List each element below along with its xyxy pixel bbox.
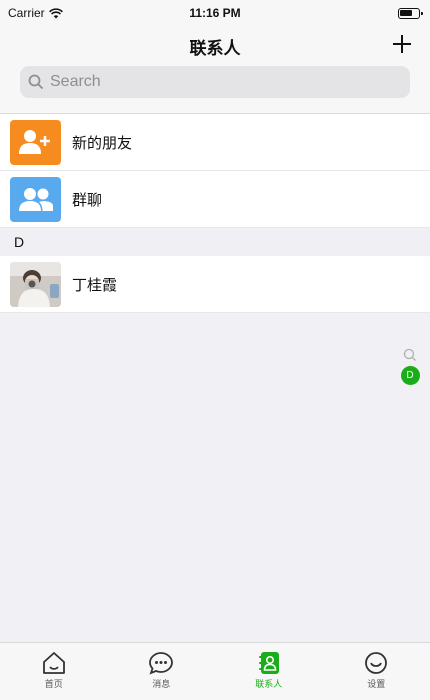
search-icon bbox=[28, 74, 44, 90]
group-icon bbox=[18, 188, 53, 211]
clock: 11:16 PM bbox=[189, 6, 241, 20]
tab-contacts[interactable]: 联系人 bbox=[215, 643, 323, 700]
contact-avatar bbox=[10, 261, 61, 307]
contact-photo bbox=[10, 261, 61, 307]
tab-messages[interactable]: 消息 bbox=[108, 643, 216, 700]
tab-settings[interactable]: 设置 bbox=[323, 643, 430, 700]
navigation-bar: 联系人 bbox=[0, 26, 430, 114]
tab-messages-label: 消息 bbox=[152, 680, 171, 690]
battery-icon bbox=[398, 8, 423, 19]
new-friends-row[interactable]: 新的朋友 bbox=[0, 114, 430, 171]
search-input[interactable] bbox=[50, 73, 390, 91]
search-bar[interactable] bbox=[20, 66, 410, 98]
group-chat-label: 群聊 bbox=[72, 190, 103, 209]
index-letter-d[interactable]: D bbox=[400, 366, 420, 385]
contact-row[interactable]: 丁桂霞 bbox=[0, 256, 430, 313]
new-friends-avatar bbox=[10, 119, 61, 165]
message-icon bbox=[149, 652, 174, 675]
contact-name: 丁桂霞 bbox=[72, 275, 118, 294]
contact-list: 新的朋友 群聊 D 丁桂霞 bbox=[0, 114, 430, 313]
tab-home-label: 首页 bbox=[44, 680, 63, 690]
tab-contacts-label: 联系人 bbox=[255, 680, 283, 690]
index-search-icon[interactable] bbox=[403, 348, 417, 362]
tab-home[interactable]: 首页 bbox=[0, 643, 108, 700]
tab-settings-label: 设置 bbox=[367, 680, 386, 690]
section-header-d: D bbox=[0, 228, 430, 256]
add-friend-icon bbox=[18, 130, 50, 154]
alphabet-index[interactable]: D bbox=[400, 348, 420, 385]
status-bar: Carrier 11:16 PM bbox=[0, 0, 430, 26]
page-title: 联系人 bbox=[189, 39, 241, 59]
plus-icon bbox=[393, 35, 411, 53]
add-contact-button[interactable] bbox=[390, 32, 414, 56]
group-chat-avatar bbox=[10, 176, 61, 222]
tab-bar: 首页 消息 联系人 设置 bbox=[0, 642, 430, 700]
settings-icon bbox=[365, 652, 388, 674]
group-chat-row[interactable]: 群聊 bbox=[0, 171, 430, 228]
home-icon bbox=[42, 652, 65, 674]
new-friends-label: 新的朋友 bbox=[72, 133, 133, 152]
contacts-icon bbox=[258, 652, 279, 674]
